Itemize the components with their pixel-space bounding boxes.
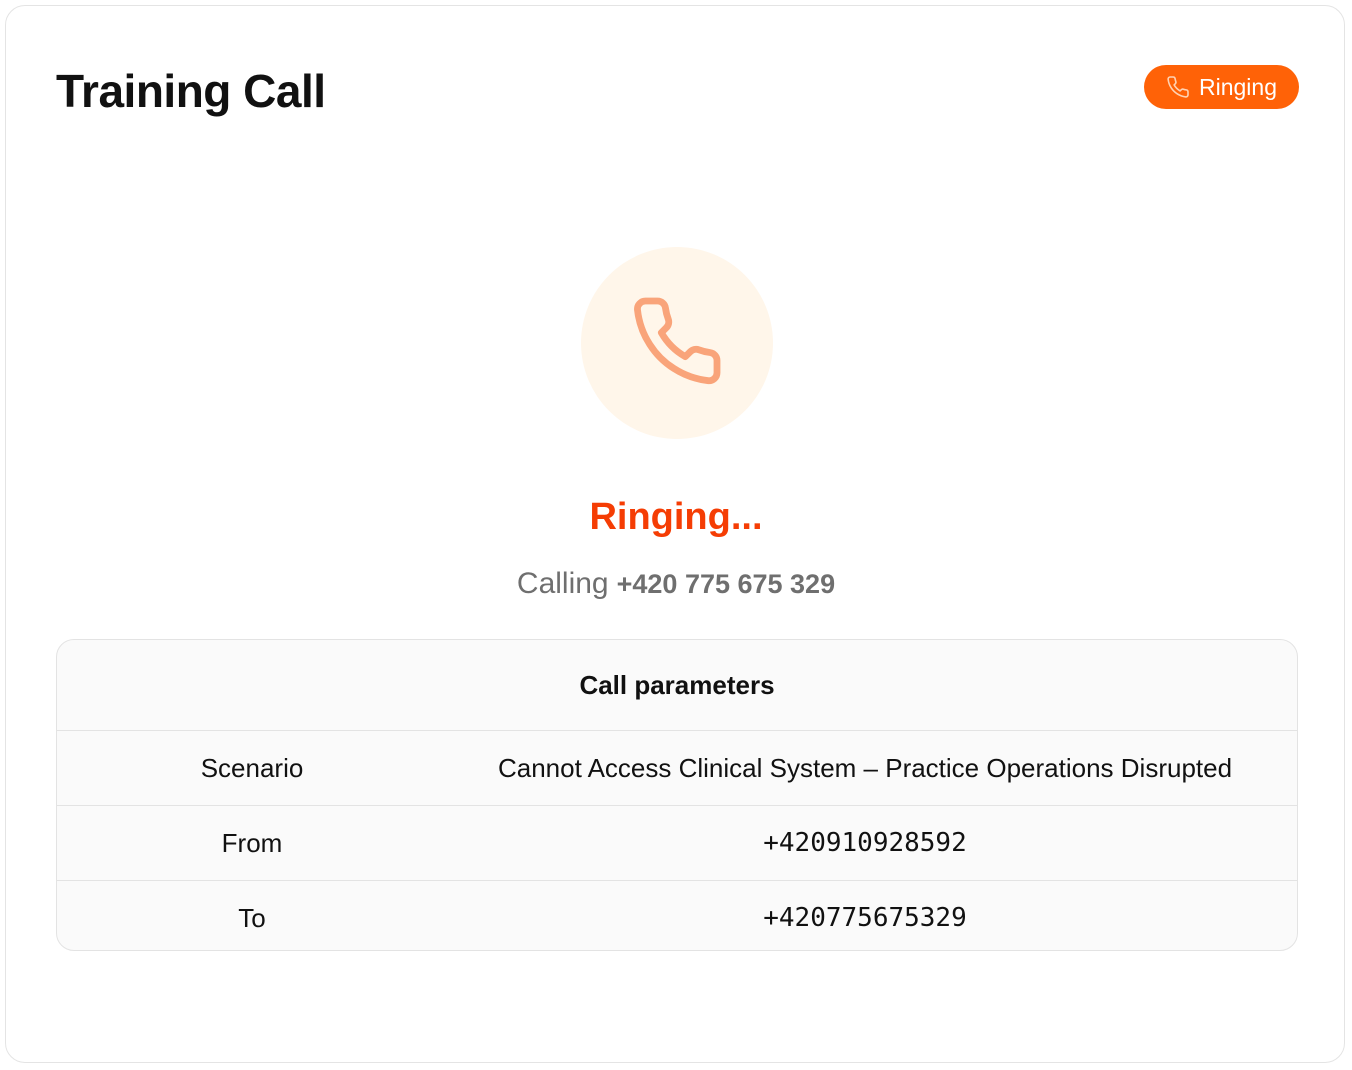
param-row-to: To +420775675329: [57, 881, 1297, 950]
phone-icon: [629, 293, 725, 394]
training-call-card: Training Call Ringing Ringing... Calling…: [5, 5, 1345, 1063]
phone-icon: [1166, 75, 1190, 99]
calling-label: Calling: [516, 567, 609, 600]
page-title: Training Call: [56, 65, 326, 117]
param-row-scenario: Scenario Cannot Access Clinical System –…: [57, 731, 1297, 806]
param-label: To: [238, 902, 266, 933]
call-avatar: [581, 247, 773, 439]
status-badge: Ringing: [1144, 65, 1299, 109]
param-value: +420910928592: [763, 828, 967, 858]
calling-line: Calling +420 775 675 329: [6, 562, 1346, 606]
call-parameters-title: Call parameters: [57, 640, 1297, 731]
call-status-text: Ringing...: [589, 496, 763, 538]
status-badge-label: Ringing: [1199, 73, 1277, 100]
param-label: Scenario: [200, 752, 304, 783]
param-row-from: From +420910928592: [57, 806, 1297, 881]
param-value: Cannot Access Clinical System – Practice…: [497, 752, 1233, 783]
param-value: +420775675329: [763, 903, 967, 933]
param-label: From: [221, 827, 283, 858]
calling-number: +420 775 675 329: [616, 569, 836, 599]
call-parameters-table: Call parameters Scenario Cannot Access C…: [56, 639, 1298, 951]
